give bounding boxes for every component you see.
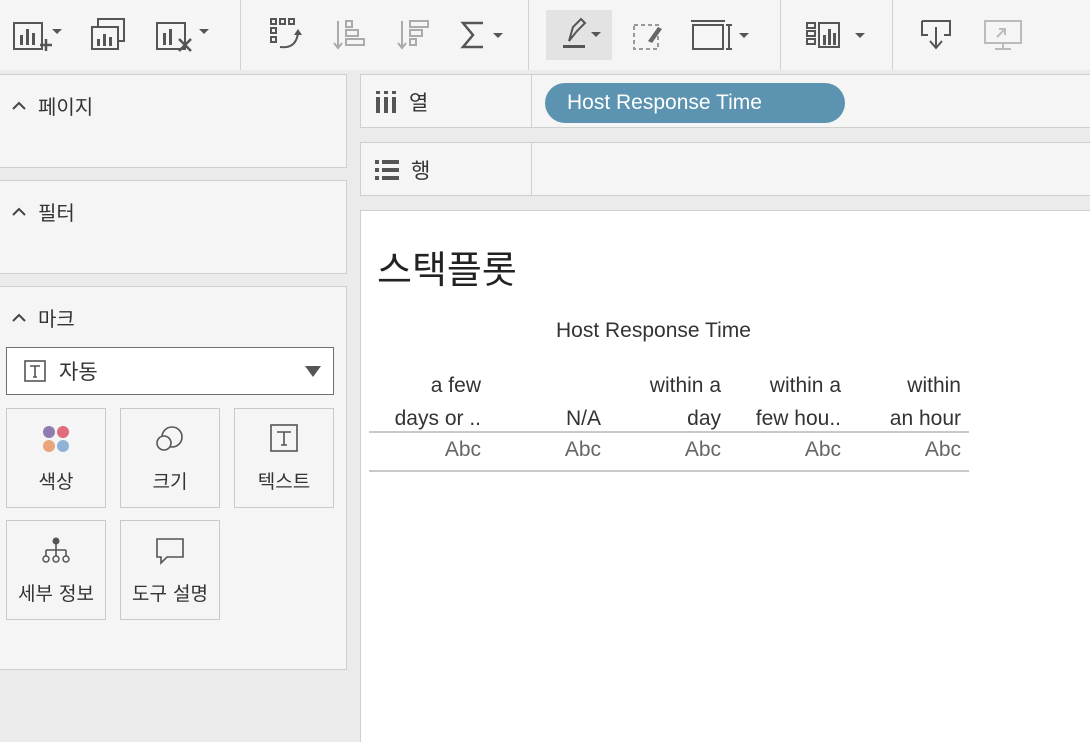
sigma-icon <box>460 21 503 49</box>
detail-mark-button[interactable]: 세부 정보 <box>6 520 106 620</box>
column-header[interactable]: N/A <box>491 369 601 435</box>
filters-card: 필터 <box>0 180 347 274</box>
clear-chart-icon <box>156 22 209 52</box>
table-cell[interactable]: Abc <box>611 438 721 462</box>
toolbar-separator <box>240 0 241 70</box>
fit-width-icon <box>691 20 749 50</box>
mark-type-dropdown[interactable]: 자동 <box>6 347 334 395</box>
column-header[interactable]: within a day <box>611 369 721 435</box>
sheet-title: 스택플롯 <box>377 248 517 292</box>
lasso-icon <box>633 24 662 50</box>
add-chart-icon <box>13 22 62 51</box>
marks-card-header[interactable]: 마크 <box>10 303 75 332</box>
presentation-mode-button[interactable] <box>978 10 1028 60</box>
column-field-header: Host Response Time <box>556 319 751 342</box>
color-dots-icon <box>43 426 69 452</box>
toolbar-separator <box>892 0 893 70</box>
toolbar-separator <box>780 0 781 70</box>
hierarchy-dots-icon <box>42 537 70 563</box>
table-cell[interactable]: Abc <box>731 438 841 462</box>
shelf-divider <box>531 75 532 127</box>
pages-card-header[interactable]: 페이지 <box>10 91 93 120</box>
rows-shelf-label: 행 <box>411 159 431 183</box>
fit-button[interactable] <box>686 10 752 60</box>
rows-shelf-header: 행 <box>375 155 430 185</box>
toolbar-separator <box>528 0 529 70</box>
collapse-caret-icon <box>12 207 26 216</box>
table-cell[interactable]: Abc <box>851 438 961 462</box>
columns-shelf: 열 Host Response Time <box>360 74 1090 128</box>
table-cell[interactable]: Abc <box>371 438 481 462</box>
group-members-button[interactable] <box>626 10 670 60</box>
swap-icon <box>270 18 302 49</box>
columns-shelf-header: 열 <box>375 87 428 117</box>
sort-ascending-icon <box>333 20 365 50</box>
filters-card-header[interactable]: 필터 <box>10 197 75 226</box>
text-mark-icon <box>24 360 46 382</box>
tooltip-mark-label: 도구 설명 <box>132 583 208 605</box>
header-divider <box>369 431 969 433</box>
clear-sheet-button[interactable] <box>152 10 214 60</box>
show-me-icon <box>806 22 865 48</box>
download-icon <box>921 20 951 50</box>
tooltip-mark-button[interactable]: 도구 설명 <box>120 520 220 620</box>
marks-card-title: 마크 <box>38 307 75 331</box>
toolbar <box>0 0 1090 70</box>
worksheet-view: 스택플롯 Host Response Time a few days or ..… <box>360 210 1090 742</box>
column-header-line1 <box>491 369 601 402</box>
sort-descending-icon <box>397 20 429 50</box>
collapse-caret-icon <box>12 101 26 110</box>
highlighter-icon <box>563 17 601 48</box>
presentation-icon <box>984 20 1022 50</box>
swap-rows-columns-button[interactable] <box>264 10 308 60</box>
duplicate-sheet-button[interactable] <box>86 10 130 60</box>
collapse-caret-icon <box>12 313 26 322</box>
marks-card: 마크 자동 색상 크기 텍스트 세부 정보 도구 설명 <box>0 286 347 670</box>
mark-type-value: 자동 <box>59 360 98 384</box>
columns-icon <box>376 91 396 113</box>
row-divider <box>369 470 969 472</box>
shelf-divider <box>531 143 532 195</box>
column-header-line1: a few <box>430 374 481 397</box>
show-me-button[interactable] <box>800 10 870 60</box>
size-mark-button[interactable]: 크기 <box>120 408 220 508</box>
detail-mark-label: 세부 정보 <box>18 583 94 605</box>
pages-card-title: 페이지 <box>38 95 94 119</box>
duplicate-chart-icon <box>91 18 125 50</box>
table-cell[interactable]: Abc <box>491 438 601 462</box>
host-response-time-pill[interactable]: Host Response Time <box>545 83 845 123</box>
size-mark-label: 크기 <box>152 471 188 493</box>
filters-card-title: 필터 <box>38 201 75 225</box>
column-header-line1: within a <box>649 374 721 397</box>
color-mark-label: 색상 <box>38 471 74 493</box>
text-mark-label: 텍스트 <box>257 471 311 493</box>
color-mark-button[interactable]: 색상 <box>6 408 106 508</box>
rows-shelf: 행 <box>360 142 1090 196</box>
column-header[interactable]: within an hour <box>851 369 961 435</box>
speech-bubble-icon <box>156 538 184 565</box>
size-circles-icon <box>156 426 183 451</box>
rows-icon <box>375 160 399 180</box>
new-worksheet-button[interactable] <box>8 10 64 60</box>
column-header[interactable]: a few days or .. <box>371 369 481 435</box>
column-header-line1: within <box>907 374 961 397</box>
text-mark-button[interactable]: 텍스트 <box>234 408 334 508</box>
download-button[interactable] <box>914 10 958 60</box>
sort-ascending-button[interactable] <box>328 10 372 60</box>
pages-card: 페이지 <box>0 74 347 168</box>
dropdown-arrow-icon <box>305 366 321 377</box>
column-header[interactable]: within a few hou.. <box>731 369 841 435</box>
text-box-icon <box>270 424 298 452</box>
column-header-line1: within a <box>769 374 841 397</box>
sort-descending-button[interactable] <box>392 10 436 60</box>
highlight-button[interactable] <box>546 10 612 60</box>
columns-shelf-label: 열 <box>409 91 429 115</box>
totals-button[interactable] <box>456 10 506 60</box>
